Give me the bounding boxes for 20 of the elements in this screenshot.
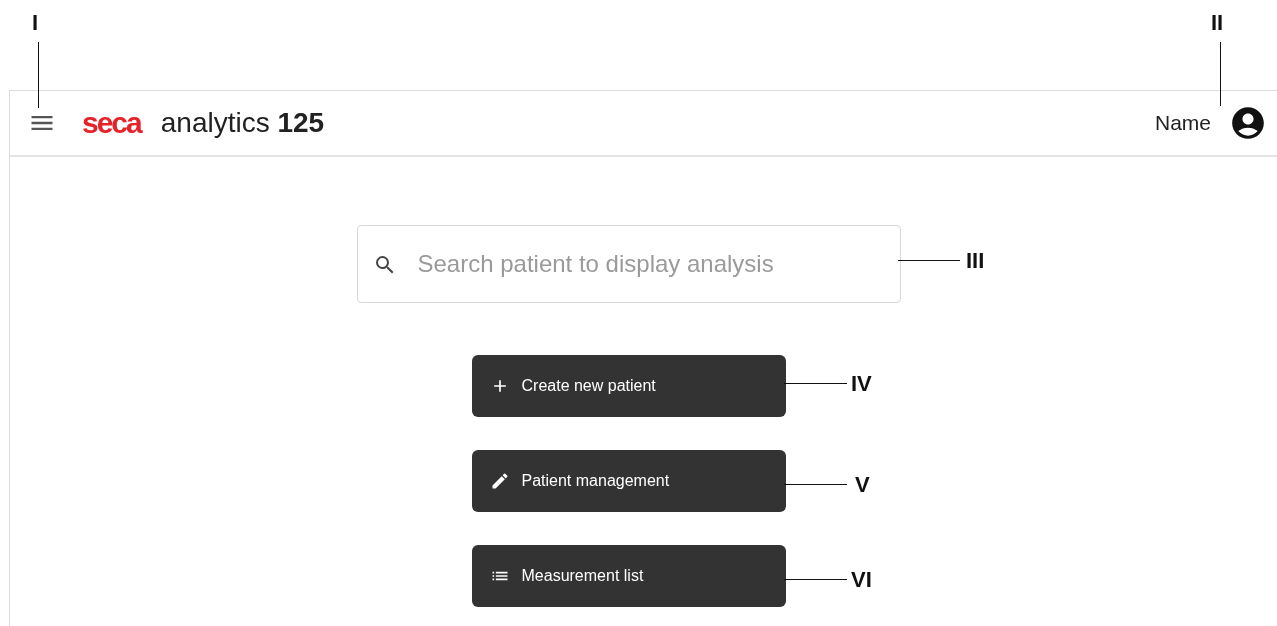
leader-line — [38, 42, 39, 108]
app-title: analytics 125 — [160, 107, 325, 139]
callout-label: VI — [851, 567, 872, 593]
leader-line — [898, 260, 960, 261]
user-name: Name — [1154, 111, 1211, 135]
action-button[interactable]: Patient management — [471, 450, 786, 512]
user-avatar-button[interactable] — [1229, 104, 1267, 142]
callout-label: I — [32, 10, 39, 36]
leader-line — [1220, 42, 1221, 106]
callout-label: IV — [851, 371, 872, 397]
logo: seca — [82, 106, 141, 140]
callout-label: III — [966, 248, 985, 274]
action-button[interactable]: Measurement list — [471, 545, 786, 607]
leader-line — [784, 383, 847, 384]
callout-label: II — [1211, 10, 1224, 36]
action-button[interactable]: Create new patient — [471, 355, 786, 417]
search-field[interactable]: Search patient to display analysis — [356, 225, 901, 303]
leader-line — [784, 484, 847, 485]
leader-line — [784, 579, 847, 580]
callout-label: V — [855, 472, 870, 498]
